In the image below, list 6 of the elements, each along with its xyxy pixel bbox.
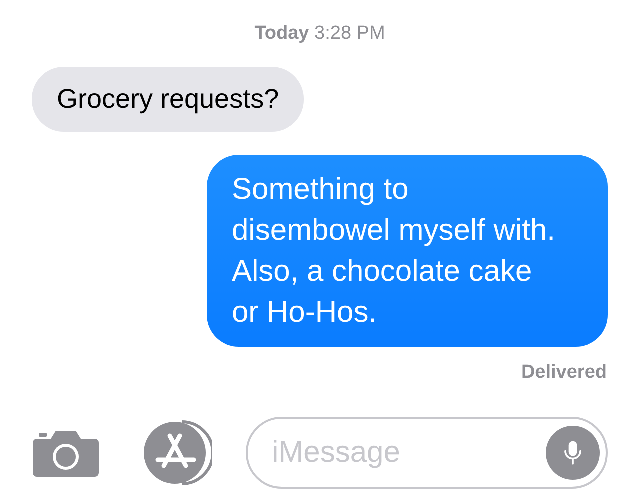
message-input-field[interactable]: iMessage — [246, 417, 608, 489]
microphone-icon[interactable] — [546, 426, 600, 480]
outgoing-message-bubble: Something to disembowel myself with. Also, a chocolate cake or Ho-Hos. — [207, 154, 608, 346]
incoming-message-bubble: Grocery requests? — [32, 66, 304, 132]
delivery-status: Delivered — [521, 360, 607, 384]
message-timestamp: Today 3:28 PM — [254, 22, 386, 46]
